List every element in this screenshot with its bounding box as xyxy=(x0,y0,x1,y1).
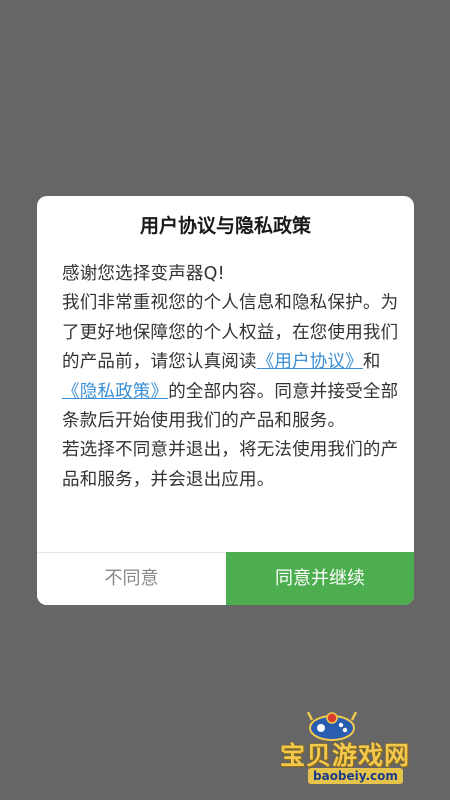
and-text: 和 xyxy=(362,352,381,373)
site-watermark: 宝贝游戏网 baobeiy.com xyxy=(280,708,420,788)
watermark-name: 宝贝游戏网 xyxy=(280,741,411,770)
greeting-text: 感谢您选择变声器Q! xyxy=(62,264,225,284)
privacy-dialog: 用户协议与隐私政策 感谢您选择变声器Q! 我们非常重视您的个人信息和隐私保护。为… xyxy=(37,196,414,605)
watermark-url: baobeiy.com xyxy=(308,768,403,784)
user-agreement-link[interactable]: 《用户协议》 xyxy=(257,352,363,372)
privacy-policy-link[interactable]: 《隐私政策》 xyxy=(62,382,168,402)
dialog-title: 用户协议与隐私政策 xyxy=(139,215,311,237)
disagree-button[interactable]: 不同意 xyxy=(37,553,226,605)
dialog-body: 感谢您选择变声器Q! 我们非常重视您的个人信息和隐私保护。为了更好地保障您的个人… xyxy=(62,260,402,495)
agree-and-continue-button[interactable]: 同意并继续 xyxy=(226,552,414,605)
disagree-warning-text: 若选择不同意并退出，将无法使用我们的产品和服务，并会退出应用。 xyxy=(62,440,399,490)
agreement-paragraph: 我们非常重视您的个人信息和隐私保护。为了更好地保障您的个人权益，在您使用我们的产… xyxy=(62,289,402,436)
